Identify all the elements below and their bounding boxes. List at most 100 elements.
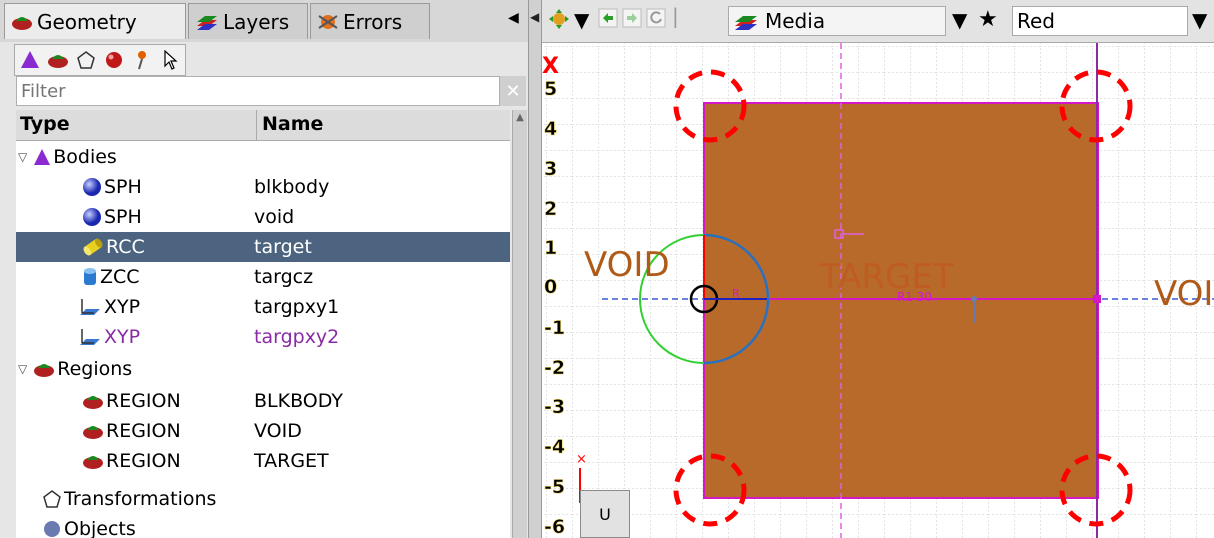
tree-row-transformations[interactable]: Transformations <box>16 484 510 514</box>
cylinder-icon <box>83 238 103 256</box>
plane-icon <box>80 299 100 315</box>
tree-row-name: targcz <box>254 266 314 288</box>
layer-dropdown-arrow-icon[interactable]: ▼ <box>952 8 967 32</box>
tree-row-label: Bodies <box>53 146 117 168</box>
object-tree: Type Name ▽ Bodies SPH blkbody SPH void … <box>16 110 510 538</box>
tree-row-type: REGION <box>106 450 181 472</box>
expand-arrow-icon[interactable]: ▽ <box>18 150 27 164</box>
tree-row-type: REGION <box>106 420 181 442</box>
tick-label: -6 <box>544 516 565 538</box>
tree-scrollbar[interactable]: ▲ <box>512 110 527 538</box>
collapse-arrow-icon[interactable]: ◀ <box>508 10 519 26</box>
object-icon[interactable] <box>103 49 125 71</box>
refresh-icon[interactable] <box>646 8 666 33</box>
scroll-up-icon[interactable]: ▲ <box>513 112 527 126</box>
expand-arrow-icon[interactable]: ▽ <box>18 362 27 376</box>
tick-label: 1 <box>544 237 557 259</box>
column-divider[interactable] <box>256 110 257 140</box>
tree-row-type: REGION <box>106 390 181 412</box>
star-icon[interactable]: ★ <box>978 7 998 32</box>
region-icon <box>83 396 103 409</box>
tab-layers-label: Layers <box>223 9 290 34</box>
plane-icon <box>80 329 100 345</box>
tab-errors-label: Errors <box>343 9 403 34</box>
transformation-icon[interactable] <box>75 49 97 71</box>
tick-label: 0 <box>544 276 557 298</box>
tree-row-type: RCC <box>106 236 145 258</box>
tab-bar: Geometry Layers Errors ◀ <box>0 0 528 42</box>
tree-row-name: blkbody <box>254 176 330 198</box>
pointer-icon[interactable] <box>159 49 181 71</box>
region-icon[interactable] <box>47 49 69 71</box>
tab-geometry[interactable]: Geometry <box>4 3 186 39</box>
tree-row-regions[interactable]: ▽ Regions <box>16 354 510 384</box>
collapse-left-icon[interactable]: ◀ <box>530 10 539 24</box>
geometry-panel: Geometry Layers Errors ◀ ✕ Type Name ▽ <box>0 0 528 538</box>
panel-splitter[interactable]: ◀ <box>528 0 542 538</box>
tick-label: -2 <box>544 357 565 379</box>
tree-row[interactable]: XYP targpxy1 <box>16 292 510 322</box>
tick-label: -1 <box>544 317 565 339</box>
column-header-type[interactable]: Type <box>20 113 70 135</box>
tree-row[interactable]: SPH void <box>16 202 510 232</box>
tree-row[interactable]: REGION TARGET <box>16 446 510 476</box>
clear-filter-icon[interactable]: ✕ <box>500 76 526 106</box>
infinite-cylinder-icon <box>84 268 96 285</box>
tick-label: 3 <box>544 158 557 180</box>
tree-row-objects[interactable]: Objects <box>16 514 510 538</box>
layers-icon <box>735 16 757 30</box>
column-header-name[interactable]: Name <box>262 113 323 135</box>
tree-row-name: TARGET <box>254 450 329 472</box>
region-label-void-right: VOI <box>1154 274 1213 314</box>
body-icon[interactable] <box>19 49 41 71</box>
tree-row-label: Regions <box>57 358 133 380</box>
layer-selector-label: Media <box>765 9 826 33</box>
transformation-icon <box>43 490 61 508</box>
units-button[interactable]: U <box>580 490 630 538</box>
object-icon <box>44 521 60 537</box>
sphere-icon <box>83 208 101 226</box>
layer-selector[interactable]: Media <box>728 6 946 36</box>
tree-row[interactable]: SPH blkbody <box>16 172 510 202</box>
color-dropdown-arrow-icon[interactable]: ▼ <box>1192 8 1207 32</box>
move-icon[interactable] <box>548 8 570 35</box>
tree-row-name: void <box>254 206 295 228</box>
tree-row[interactable]: REGION BLKBODY <box>16 386 510 416</box>
tree-row[interactable]: ZCC targcz <box>16 262 510 292</box>
tree-row-type: SPH <box>104 206 142 228</box>
layers-icon <box>197 15 217 30</box>
tree-row[interactable]: REGION VOID <box>16 416 510 446</box>
filter-input[interactable] <box>16 76 500 106</box>
tree-row-selected[interactable]: RCC target <box>16 232 510 262</box>
tick-label: -5 <box>544 476 565 498</box>
handle[interactable] <box>1093 295 1101 303</box>
tree-row-bodies[interactable]: ▽ Bodies <box>16 142 510 172</box>
tab-errors[interactable]: Errors <box>310 3 430 39</box>
tree-row-type: XYP <box>104 326 141 348</box>
back-arrow-icon[interactable] <box>598 8 618 33</box>
region-label-void: VOID <box>584 245 670 285</box>
geometry-viewport[interactable]: 5 4 3 2 1 0 -1 -2 -3 -4 -5 -6 X × VOID T… <box>542 43 1214 538</box>
tree-row-name: VOID <box>254 420 302 442</box>
bodies-icon <box>34 149 51 165</box>
small-axis-label: R <box>732 287 740 300</box>
target-tag-label: R1 30 <box>897 290 932 304</box>
color-selector[interactable]: Red <box>1012 6 1188 36</box>
viewport-canvas[interactable]: 5 4 3 2 1 0 -1 -2 -3 -4 -5 -6 X × VOID T… <box>542 43 1214 538</box>
tree-row-name: targpxy1 <box>254 296 340 318</box>
forward-arrow-icon[interactable] <box>622 8 642 33</box>
tree-row-name: target <box>254 236 312 258</box>
tick-label: -3 <box>544 396 565 418</box>
region-icon <box>83 456 103 469</box>
tree-row-type: SPH <box>104 176 142 198</box>
tick-label: 4 <box>544 118 557 140</box>
x-marker: × <box>576 452 587 467</box>
tab-layers[interactable]: Layers <box>188 3 308 39</box>
move-menu-arrow-icon[interactable]: ▼ <box>574 8 589 32</box>
color-selector-value: Red <box>1017 9 1055 33</box>
tree-row-label: Transformations <box>64 488 217 510</box>
tree-row[interactable]: XYP targpxy2 <box>16 322 510 352</box>
tick-label: 2 <box>544 198 557 220</box>
viewport-toolbar: ▼ | Media ▼ ★ Red ▼ <box>542 0 1214 43</box>
probe-icon[interactable] <box>131 49 153 71</box>
